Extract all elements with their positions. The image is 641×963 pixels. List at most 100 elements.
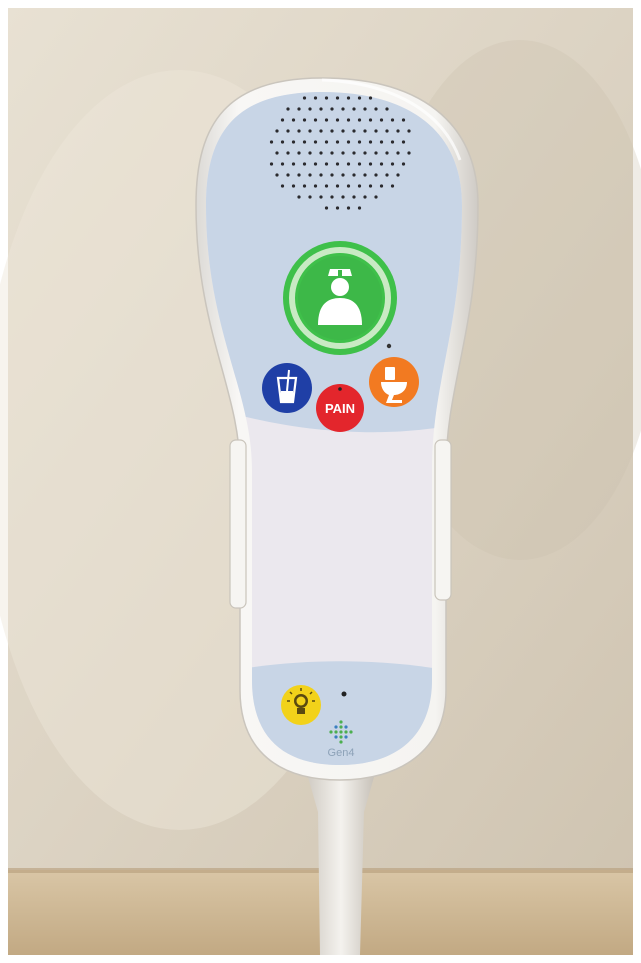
speaker-hole [330,151,334,155]
microphone-hole [341,691,347,697]
speaker-hole [302,96,307,100]
speaker-hole [324,140,329,144]
speaker-hole [286,173,290,177]
speaker-hole [352,173,356,177]
speaker-hole [363,195,367,199]
speaker-hole [374,173,378,177]
speaker-hole [401,162,406,166]
speaker-hole [368,184,373,188]
speaker-hole [286,107,290,111]
water-request-button[interactable] [262,363,312,413]
speaker-hole [313,118,318,122]
speaker-hole [313,162,318,166]
speaker-hole [286,151,290,155]
speaker-hole [357,96,362,100]
logo-dot [339,725,343,729]
speaker-hole [385,173,389,177]
speaker-hole [379,140,384,144]
speaker-hole [352,195,356,199]
speaker-hole [357,140,362,144]
speaker-hole [357,162,362,166]
speaker-hole [363,129,367,133]
logo-dot [334,735,338,739]
speaker-hole [291,162,296,166]
speaker-hole [385,107,389,111]
speaker-hole [335,140,340,144]
speaker-hole [280,118,285,122]
pain-button[interactable]: PAIN [316,384,364,432]
speaker-hole [335,162,340,166]
speaker-hole [297,195,301,199]
speaker-hole [302,118,307,122]
speaker-hole [319,129,323,133]
speaker-hole [308,151,312,155]
speaker-hole [385,151,389,155]
speaker-hole [324,184,329,188]
speaker-hole [319,173,323,177]
speaker-hole [363,173,367,177]
speaker-hole [335,206,340,210]
logo-dot [334,730,338,734]
speaker-hole [330,129,334,133]
speaker-hole [390,162,395,166]
speaker-hole [313,96,318,100]
speaker-hole [313,184,318,188]
speaker-hole [280,184,285,188]
speaker-hole [368,140,373,144]
speaker-hole [407,129,411,133]
speaker-hole [352,151,356,155]
speaker-hole [401,118,406,122]
toilet-request-button[interactable] [369,357,419,407]
speaker-hole [368,162,373,166]
right-holder-clip [434,439,452,601]
speaker-hole [352,107,356,111]
logo-dot [334,725,338,729]
pain-button-label: PAIN [325,401,355,416]
indicator-led [386,343,392,349]
speaker-hole [269,140,274,144]
speaker-hole [341,107,345,111]
speaker-hole [390,140,395,144]
logo-dot [329,730,333,734]
speaker-hole [308,129,312,133]
speaker-hole [352,129,356,133]
speaker-hole [363,151,367,155]
speaker-hole [374,107,378,111]
logo-dot [339,720,343,724]
logo-dot [349,730,353,734]
speaker-hole [319,195,323,199]
speaker-hole [368,118,373,122]
speaker-hole [346,118,351,122]
speaker-hole [313,140,318,144]
speaker-hole [396,129,400,133]
brand-logo-text: Gen4 [328,747,355,759]
speaker-hole [302,184,307,188]
speaker-hole [407,151,411,155]
speaker-hole [269,162,274,166]
speaker-hole [374,151,378,155]
speaker-hole [297,151,301,155]
speaker-hole [396,173,400,177]
speaker-hole [324,118,329,122]
speaker-hole [302,140,307,144]
speaker-hole [319,107,323,111]
nurse-call-button[interactable] [283,241,397,355]
speaker-hole [291,184,296,188]
speaker-hole [297,107,301,111]
speaker-hole [379,162,384,166]
speaker-hole [335,118,340,122]
speaker-hole [324,162,329,166]
speaker-hole [363,107,367,111]
speaker-hole [335,184,340,188]
speaker-hole [330,195,334,199]
speaker-hole [346,96,351,100]
speaker-hole [368,96,373,100]
speaker-hole [280,162,285,166]
speaker-hole [385,129,389,133]
photo-scene: PAIN Gen4 [0,0,641,963]
speaker-hole [346,206,351,210]
speaker-hole [374,129,378,133]
speaker-hole [324,206,329,210]
light-button[interactable] [281,685,321,725]
speaker-hole [341,129,345,133]
